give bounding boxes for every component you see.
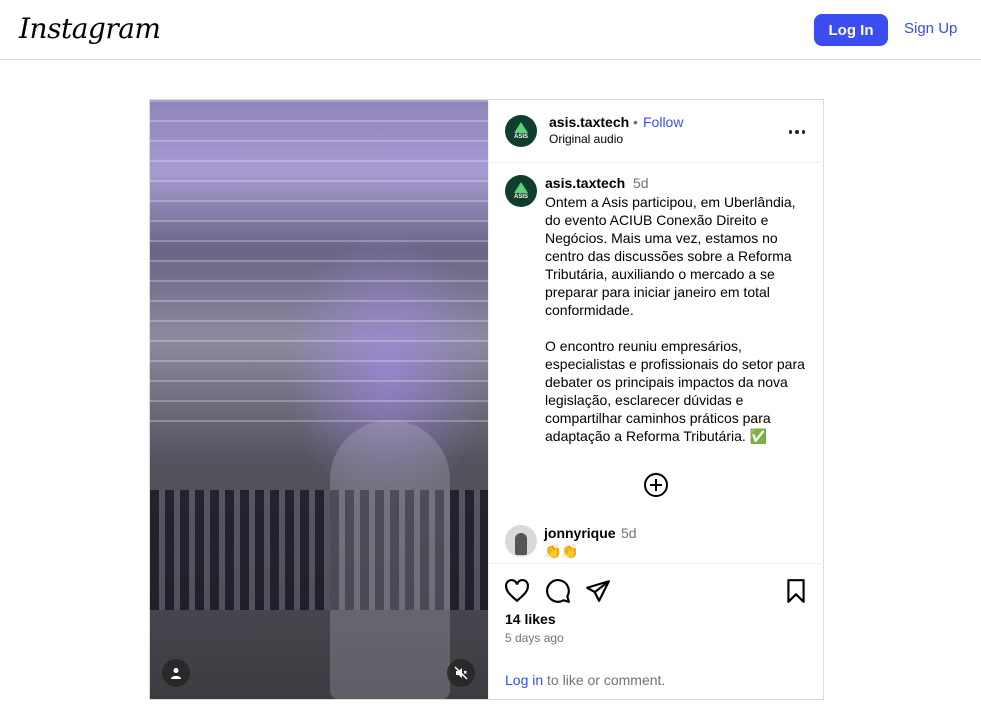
login-button[interactable]: Log In	[814, 14, 888, 46]
comment-icon[interactable]	[545, 578, 571, 604]
follow-button[interactable]: Follow	[643, 114, 683, 130]
post-actions: 14 likes 5 days ago Log in to like or co…	[489, 563, 824, 699]
dot	[788, 130, 793, 134]
avatar-logo-text: ASIS	[513, 194, 528, 200]
top-navigation-bar: Instagram Log In Sign Up	[0, 0, 981, 60]
bookmark-icon[interactable]	[783, 578, 809, 604]
post-details-pane: ASIS asis.taxtech • Follow Original audi…	[488, 100, 824, 699]
instagram-logo[interactable]: Instagram	[19, 12, 161, 45]
asis-logo-mark	[514, 182, 528, 193]
dot	[801, 130, 806, 134]
post-video[interactable]	[150, 100, 488, 699]
share-icon[interactable]	[585, 578, 611, 604]
caption-timestamp[interactable]: 5d	[633, 175, 649, 191]
post-card: ASIS asis.taxtech • Follow Original audi…	[149, 99, 824, 700]
post-date[interactable]: 5 days ago	[505, 631, 564, 645]
login-prompt: Log in to like or comment.	[505, 672, 665, 688]
comment-timestamp[interactable]: 5d	[621, 525, 637, 541]
commenter-username[interactable]: jonnyrique	[544, 525, 616, 541]
add-circle-icon[interactable]	[643, 472, 669, 498]
comment-text: 👏👏	[544, 543, 579, 559]
author-username[interactable]: asis.taxtech	[549, 114, 629, 130]
avatar-logo-text: ASIS	[513, 134, 528, 140]
caption-author-avatar[interactable]: ASIS	[505, 175, 537, 207]
asis-logo-mark	[514, 122, 528, 133]
mute-button[interactable]	[447, 659, 475, 687]
mute-icon	[454, 666, 468, 680]
video-foreground-person	[330, 420, 450, 699]
more-options-icon[interactable]	[786, 122, 808, 142]
dot	[795, 130, 799, 134]
author-avatar[interactable]: ASIS	[505, 115, 537, 147]
commenter-avatar[interactable]	[505, 525, 537, 557]
login-link[interactable]: Log in	[505, 672, 543, 688]
signup-link[interactable]: Sign Up	[904, 20, 957, 37]
avatar-figure	[515, 533, 527, 555]
separator-dot: •	[633, 114, 638, 130]
like-count[interactable]: 14 likes	[505, 611, 556, 627]
login-prompt-text: to like or comment.	[543, 672, 666, 688]
heart-icon[interactable]	[504, 578, 530, 604]
video-ceiling	[150, 100, 488, 430]
user-tag-button[interactable]	[162, 659, 190, 687]
post-header: ASIS asis.taxtech • Follow Original audi…	[489, 100, 824, 163]
user-tag-icon	[171, 668, 181, 679]
caption-author-username[interactable]: asis.taxtech	[545, 175, 625, 191]
caption-text: Ontem a Asis participou, em Uberlândia, …	[545, 194, 805, 444]
audio-label[interactable]: Original audio	[549, 132, 623, 146]
